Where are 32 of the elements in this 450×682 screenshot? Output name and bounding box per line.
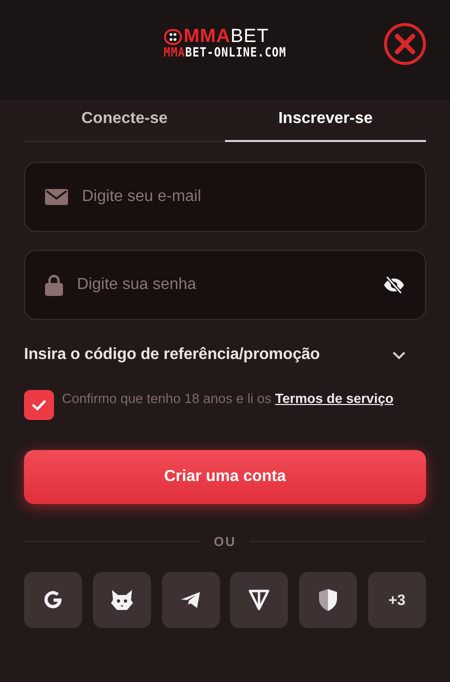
hidden-eye-icon[interactable]	[383, 276, 405, 294]
referral-toggle[interactable]: Insira o código de referência/promoção	[24, 346, 320, 364]
fox-icon	[110, 589, 134, 611]
more-logins-button[interactable]: +3	[368, 572, 426, 628]
terms-link[interactable]: Termos de serviço	[275, 391, 394, 406]
close-icon[interactable]	[383, 22, 427, 66]
check-icon	[32, 400, 46, 410]
google-icon	[42, 589, 64, 611]
ton-icon	[248, 589, 270, 611]
tab[interactable]: Inscrever-se	[225, 102, 426, 142]
divider-label: OU	[214, 534, 236, 549]
envelope-icon	[45, 189, 68, 205]
password-field[interactable]: Digite sua senha	[24, 250, 426, 320]
ton-login-button[interactable]	[230, 572, 288, 628]
logo-icon	[164, 29, 182, 45]
terms-checkbox[interactable]	[24, 390, 54, 420]
telegram-login-button[interactable]	[162, 572, 220, 628]
terms-text: Confirmo que tenho 18 anos e li os Termos de serviço	[62, 390, 394, 408]
shield-login-button[interactable]	[299, 572, 358, 628]
site-address: MMABET-ONLINE.COM	[164, 45, 286, 60]
shield-icon	[318, 588, 338, 612]
paper-plane-icon	[180, 591, 202, 609]
create-account-button[interactable]: Criar uma conta	[24, 450, 426, 504]
google-login-button[interactable]	[24, 572, 82, 628]
lock-icon	[45, 274, 63, 296]
fox-login-button[interactable]	[92, 572, 151, 628]
email-field[interactable]: Digite seu e-mail	[24, 162, 426, 232]
chevron-icon[interactable]	[392, 350, 406, 360]
password-input[interactable]: Digite sua senha	[77, 273, 369, 297]
tab[interactable]: Conecte-se	[24, 102, 225, 142]
brand-logo: MMABET	[164, 28, 269, 46]
email-input[interactable]: Digite seu e-mail	[82, 185, 405, 209]
